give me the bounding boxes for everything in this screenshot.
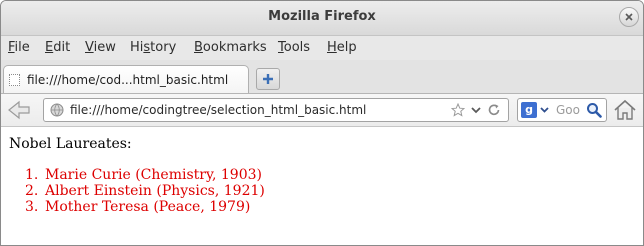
new-tab-button[interactable] bbox=[256, 68, 280, 90]
search-bar[interactable]: g Goo bbox=[517, 98, 607, 122]
title-bar: Mozilla Firefox bbox=[1, 1, 643, 36]
list-item-text: Albert Einstein (Physics, 1921) bbox=[45, 183, 265, 199]
search-engine-icon[interactable]: g bbox=[521, 102, 537, 118]
tab-strip: file:///home/cod...html_basic.html bbox=[1, 60, 643, 94]
navigation-toolbar: file:///home/codingtree/selection_html_b… bbox=[1, 94, 643, 127]
list-item: 3. Mother Teresa (Peace, 1979) bbox=[25, 199, 265, 215]
close-button[interactable] bbox=[619, 7, 639, 27]
page-content: Nobel Laureates: 1. Marie Curie (Chemistr… bbox=[1, 127, 643, 245]
tab-label: file:///home/cod...html_basic.html bbox=[27, 73, 229, 87]
magnifier-icon[interactable] bbox=[586, 102, 602, 118]
search-input[interactable]: Goo bbox=[556, 103, 580, 117]
window-title: Mozilla Firefox bbox=[268, 9, 376, 24]
list-item: 2. Albert Einstein (Physics, 1921) bbox=[25, 183, 265, 199]
menu-help[interactable]: Help bbox=[327, 40, 357, 55]
list-item-number: 3. bbox=[25, 199, 39, 215]
menu-history[interactable]: History bbox=[130, 40, 176, 55]
plus-icon bbox=[263, 74, 273, 84]
menu-view[interactable]: View bbox=[85, 40, 116, 55]
list-item: 1. Marie Curie (Chemistry, 1903) bbox=[25, 167, 265, 183]
tab-active[interactable]: file:///home/cod...html_basic.html bbox=[3, 65, 249, 93]
home-icon[interactable] bbox=[613, 99, 637, 121]
menu-bookmarks[interactable]: Bookmarks bbox=[194, 40, 267, 55]
chevron-down-icon[interactable] bbox=[540, 107, 549, 113]
reload-icon[interactable] bbox=[487, 103, 501, 117]
browser-window: Mozilla Firefox File Edit View History B… bbox=[0, 0, 644, 246]
list-item-text: Mother Teresa (Peace, 1979) bbox=[45, 199, 251, 215]
menu-bar: File Edit View History Bookmarks Tools H… bbox=[1, 36, 643, 60]
chevron-down-icon[interactable] bbox=[471, 107, 481, 114]
back-button[interactable] bbox=[5, 98, 33, 122]
menu-file[interactable]: File bbox=[8, 40, 30, 55]
close-icon bbox=[625, 13, 633, 21]
globe-icon bbox=[50, 103, 64, 117]
url-bar[interactable]: file:///home/codingtree/selection_html_b… bbox=[43, 98, 509, 122]
list-item-number: 2. bbox=[25, 183, 39, 199]
list-item-number: 1. bbox=[25, 167, 39, 183]
url-text: file:///home/codingtree/selection_html_b… bbox=[70, 103, 367, 117]
back-arrow-icon bbox=[8, 100, 30, 120]
laureate-list: 1. Marie Curie (Chemistry, 1903) 2. Albert… bbox=[25, 167, 265, 215]
blank-page-icon bbox=[9, 74, 20, 86]
page-heading: Nobel Laureates: bbox=[9, 136, 132, 152]
menu-edit[interactable]: Edit bbox=[45, 40, 70, 55]
star-icon[interactable] bbox=[451, 103, 465, 117]
list-item-text: Marie Curie (Chemistry, 1903) bbox=[45, 167, 262, 183]
menu-tools[interactable]: Tools bbox=[278, 40, 310, 55]
